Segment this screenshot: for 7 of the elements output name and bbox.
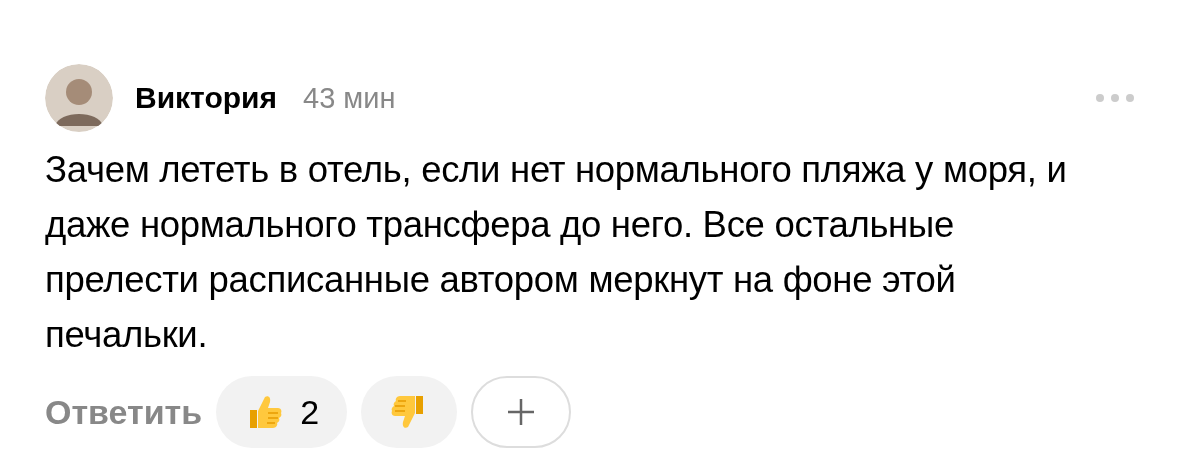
avatar — [45, 64, 113, 132]
reply-button[interactable]: Ответить — [45, 392, 203, 432]
comment-time: 43 мин — [303, 81, 396, 115]
like-button[interactable]: 2 — [216, 376, 348, 448]
more-icon[interactable] — [1095, 93, 1135, 103]
comment-text: Зачем лететь в отель, если нет нормального пляжа у моря, и даже нормального трансфера до него. Все остальные прелести расписанные автором меркнут на фоне этой печальки. — [45, 148, 1068, 357]
author-name[interactable]: Виктория — [135, 81, 278, 115]
